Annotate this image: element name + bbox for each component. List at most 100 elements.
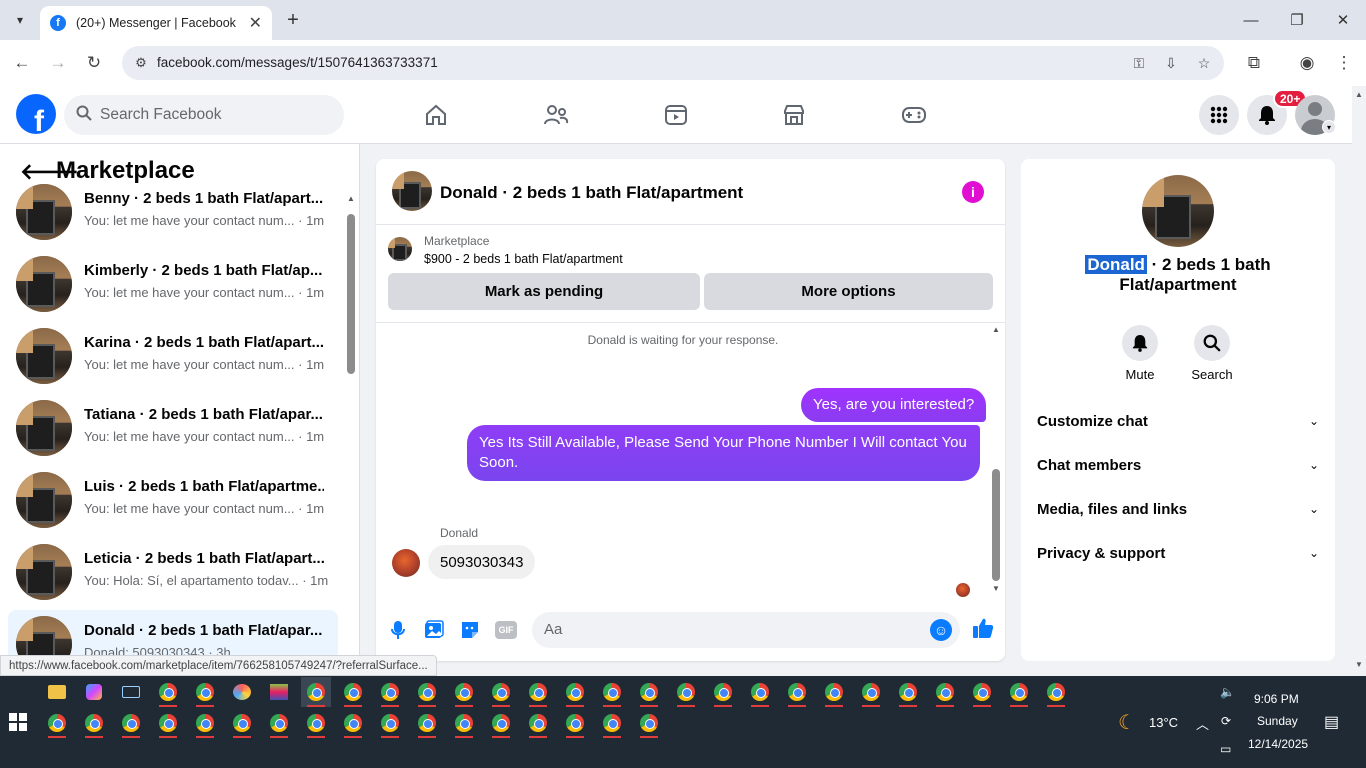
address-bar[interactable]: ⚙ facebook.com/messages/t/15076413637333… <box>122 46 1224 80</box>
conversation-item[interactable]: Karina · 2 beds 1 bath Flat/apart... You… <box>8 322 338 390</box>
home-icon[interactable] <box>416 100 456 130</box>
chrome-icon[interactable] <box>190 677 220 707</box>
message-input[interactable]: Aa ☺ <box>532 612 960 648</box>
chrome-icon[interactable] <box>597 677 627 707</box>
privacy-support-row[interactable]: Privacy & support ⌄ <box>1037 538 1319 568</box>
chat-kitchen-avatar[interactable] <box>392 171 432 211</box>
thread-scrollbar[interactable]: ▲ ▼ <box>990 323 1002 595</box>
profile-icon[interactable]: ◉ <box>1294 50 1320 76</box>
menu-grid-icon[interactable] <box>1199 95 1239 135</box>
chrome-icon[interactable] <box>782 677 812 707</box>
password-key-icon[interactable]: ⚿ <box>1128 52 1150 74</box>
new-tab-plus-icon[interactable]: + <box>282 8 304 32</box>
clock-time[interactable]: 9:06 PM <box>1254 692 1299 706</box>
sticker-icon[interactable] <box>459 619 481 641</box>
chrome-icon[interactable] <box>1004 677 1034 707</box>
weather-temp[interactable]: 13°C <box>1149 715 1178 730</box>
chrome-icon[interactable] <box>893 677 923 707</box>
weather-moon-icon[interactable]: ☾ <box>1118 710 1136 735</box>
chrome-icon-active[interactable] <box>301 677 331 707</box>
file-explorer-icon[interactable] <box>42 677 72 707</box>
tab-search-chevron-icon[interactable]: ▾ <box>8 8 32 32</box>
scroll-up-icon[interactable]: ▲ <box>1355 90 1363 99</box>
network-icon[interactable]: ▭ <box>1220 742 1231 756</box>
chrome-icon[interactable] <box>449 677 479 707</box>
more-options-button[interactable]: More options <box>704 273 993 310</box>
chrome-icon[interactable] <box>375 677 405 707</box>
paint-icon[interactable] <box>227 677 257 707</box>
mute-button[interactable]: Mute <box>1110 325 1170 382</box>
chrome-icon[interactable] <box>42 708 72 738</box>
info-icon[interactable]: i <box>962 181 984 203</box>
chrome-icon[interactable] <box>560 677 590 707</box>
forward-arrow-icon[interactable]: → <box>45 50 71 76</box>
emoji-icon[interactable]: ☺ <box>930 619 952 641</box>
search-in-conversation-button[interactable]: Search <box>1182 325 1242 382</box>
chrome-icon[interactable] <box>79 708 109 738</box>
chrome-icon[interactable] <box>412 708 442 738</box>
keyboard-icon[interactable] <box>116 677 146 707</box>
chrome-icon[interactable] <box>412 677 442 707</box>
windows-start-icon[interactable] <box>9 713 27 731</box>
chrome-icon[interactable] <box>1041 677 1071 707</box>
chat-members-row[interactable]: Chat members ⌄ <box>1037 450 1319 480</box>
chrome-icon[interactable] <box>856 677 886 707</box>
scroll-thumb[interactable] <box>347 214 355 374</box>
conversation-item[interactable]: Luis · 2 beds 1 bath Flat/apartme... You… <box>8 466 338 534</box>
chrome-icon[interactable] <box>153 677 183 707</box>
listing-thumbnail[interactable] <box>388 237 412 261</box>
incoming-message[interactable]: 5093030343 <box>428 545 536 579</box>
chrome-icon[interactable] <box>597 708 627 738</box>
media-files-links-row[interactable]: Media, files and links ⌄ <box>1037 494 1319 524</box>
volume-icon[interactable]: 🔈 <box>1220 685 1235 699</box>
profile-kitchen-avatar[interactable] <box>1142 175 1214 247</box>
gif-icon[interactable]: GIF <box>495 621 517 639</box>
restore-icon[interactable]: ❐ <box>1282 8 1312 32</box>
chrome-icon[interactable] <box>227 708 257 738</box>
mark-as-pending-button[interactable]: Mark as pending <box>388 273 700 310</box>
listing-price-title[interactable]: $900 - 2 beds 1 bath Flat/apartment <box>424 252 623 266</box>
chrome-icon[interactable] <box>560 708 590 738</box>
conversation-item[interactable]: Kimberly · 2 beds 1 bath Flat/ap... You:… <box>8 250 338 318</box>
chrome-icon[interactable] <box>819 677 849 707</box>
chrome-icon[interactable] <box>634 677 664 707</box>
browser-tab-active[interactable]: f (20+) Messenger | Facebook ✕ <box>40 6 272 40</box>
chrome-icon[interactable] <box>190 708 220 738</box>
chrome-icon[interactable] <box>449 708 479 738</box>
extensions-puzzle-icon[interactable]: ⧉ <box>1241 50 1267 76</box>
account-chevron-icon[interactable]: ▾ <box>1322 120 1336 134</box>
clock-day[interactable]: Sunday <box>1257 714 1298 728</box>
scroll-down-icon[interactable]: ▼ <box>1355 660 1363 669</box>
video-icon[interactable] <box>656 100 696 130</box>
clock-date[interactable]: 12/14/2025 <box>1248 737 1308 751</box>
page-scrollbar[interactable]: ▲ ▼ <box>1352 86 1366 676</box>
browser-menu-icon[interactable]: ⋮ <box>1331 50 1357 76</box>
back-arrow-icon[interactable]: ← <box>9 50 35 76</box>
conversation-scrollbar[interactable]: ▲ <box>346 194 356 674</box>
marketplace-icon[interactable] <box>774 100 814 130</box>
scroll-up-icon[interactable]: ▲ <box>992 325 1000 334</box>
sync-icon[interactable]: ⟳ <box>1221 714 1231 728</box>
scroll-up-icon[interactable]: ▲ <box>347 194 355 203</box>
conversation-item[interactable]: Tatiana · 2 beds 1 bath Flat/apar... You… <box>8 394 338 462</box>
chrome-icon[interactable] <box>634 708 664 738</box>
friends-icon[interactable] <box>536 100 576 130</box>
thumbs-up-icon[interactable] <box>972 617 994 645</box>
chrome-icon[interactable] <box>338 708 368 738</box>
scroll-thumb[interactable] <box>992 469 1000 581</box>
chrome-icon[interactable] <box>264 708 294 738</box>
gaming-icon[interactable] <box>894 100 934 130</box>
chrome-icon[interactable] <box>486 677 516 707</box>
microphone-icon[interactable] <box>387 619 409 641</box>
copilot-icon[interactable] <box>79 677 109 707</box>
chrome-icon[interactable] <box>523 677 553 707</box>
chat-title[interactable]: Donald · 2 beds 1 bath Flat/apartment <box>440 183 743 203</box>
customize-chat-row[interactable]: Customize chat ⌄ <box>1037 406 1319 436</box>
chrome-icon[interactable] <box>708 677 738 707</box>
facebook-logo[interactable]: f <box>16 94 56 134</box>
chrome-icon[interactable] <box>375 708 405 738</box>
outgoing-message[interactable]: Yes Its Still Available, Please Send You… <box>467 425 980 481</box>
donald-avatar[interactable] <box>392 549 420 577</box>
archive-app-icon[interactable] <box>264 677 294 707</box>
facebook-search-input[interactable]: Search Facebook <box>64 95 344 135</box>
